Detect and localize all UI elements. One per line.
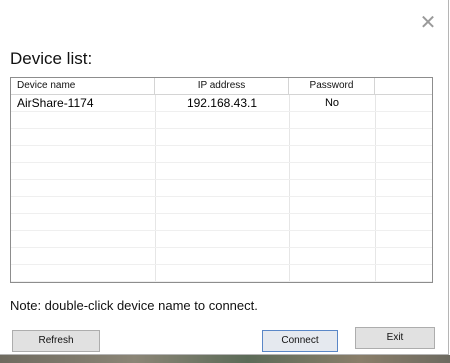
column-header-ip-address[interactable]: IP address bbox=[155, 78, 289, 95]
column-header-password[interactable]: Password bbox=[289, 78, 375, 95]
table-row-empty bbox=[11, 180, 432, 197]
column-header-filler bbox=[375, 78, 432, 95]
table-row-empty bbox=[11, 146, 432, 163]
exit-button[interactable]: Exit bbox=[355, 327, 435, 349]
password-cell: No bbox=[324, 97, 340, 109]
device-dialog: ✕ Device list: Device name IP address Pa… bbox=[0, 0, 449, 355]
table-row-empty bbox=[11, 163, 432, 180]
table-row-empty bbox=[11, 231, 432, 248]
table-row-empty bbox=[11, 248, 432, 265]
page-title: Device list: bbox=[10, 49, 93, 68]
table-row-empty bbox=[11, 214, 432, 231]
close-icon[interactable]: ✕ bbox=[418, 13, 438, 33]
column-header-device-name[interactable]: Device name bbox=[11, 78, 155, 95]
connect-button[interactable]: Connect bbox=[262, 330, 338, 352]
refresh-button[interactable]: Refresh bbox=[12, 330, 100, 352]
table-row-empty bbox=[11, 129, 432, 146]
table-row-empty bbox=[11, 265, 432, 282]
table-row-empty bbox=[11, 197, 432, 214]
ip-address-cell: 192.168.43.1 bbox=[186, 96, 258, 110]
table-header: Device name IP address Password bbox=[11, 78, 432, 95]
table-row-empty bbox=[11, 112, 432, 129]
device-table[interactable]: Device name IP address Password AirShare… bbox=[10, 77, 433, 283]
device-name-cell: AirShare-1174 bbox=[17, 96, 94, 110]
table-row[interactable]: AirShare-1174 192.168.43.1 No bbox=[11, 95, 432, 112]
background-strip bbox=[0, 355, 450, 363]
connect-hint: Note: double-click device name to connec… bbox=[10, 298, 258, 313]
